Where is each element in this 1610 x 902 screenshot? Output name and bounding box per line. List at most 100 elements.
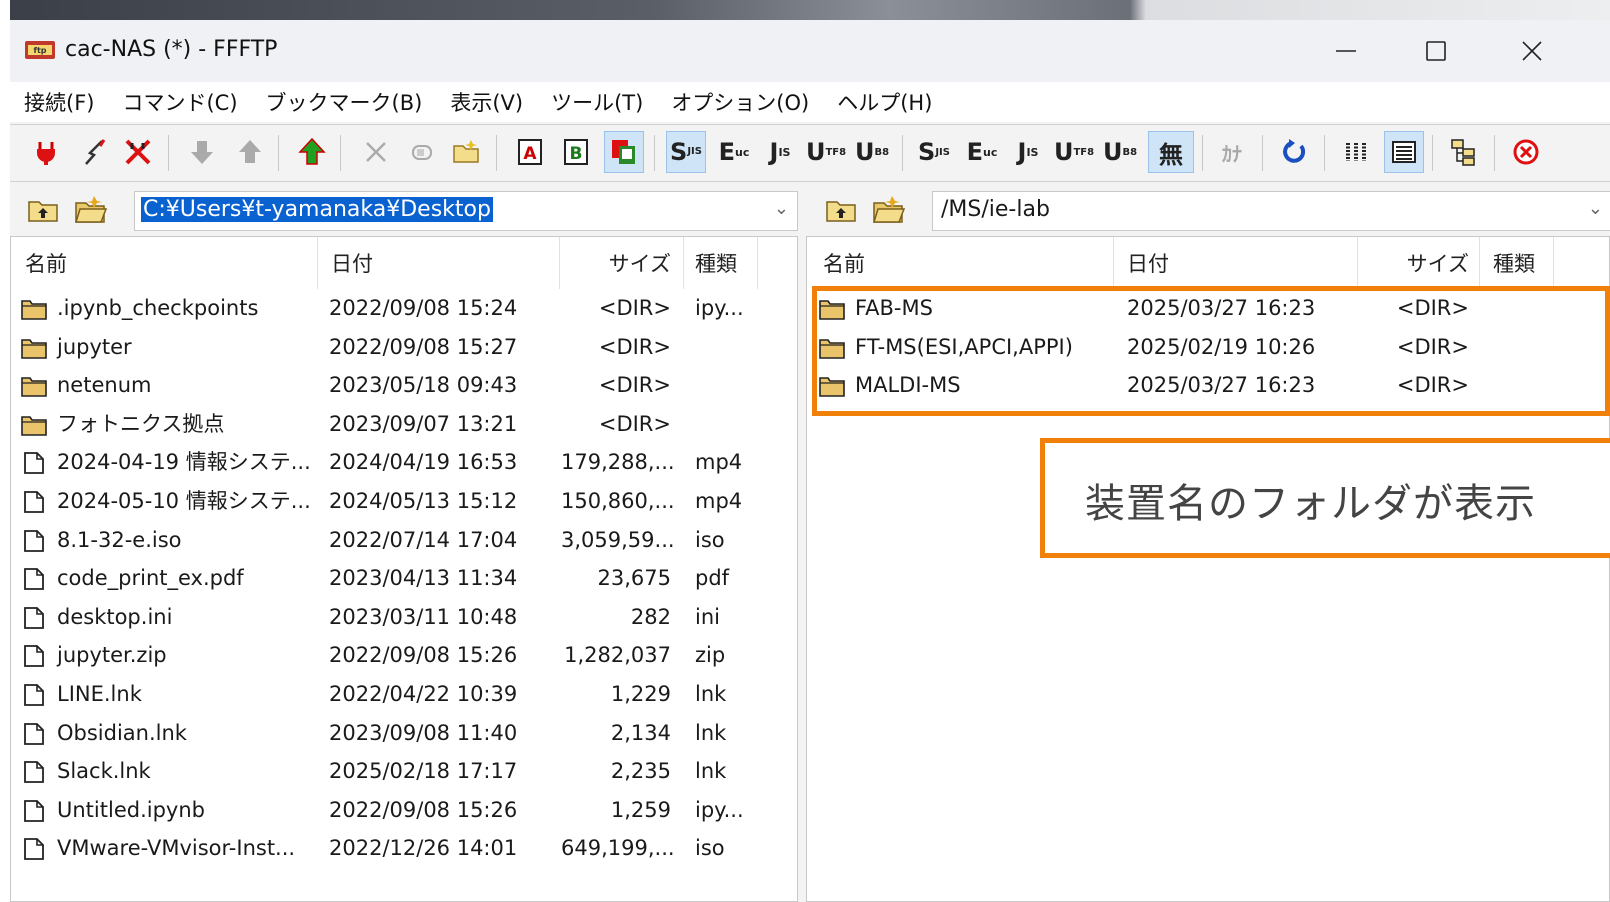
rename-button[interactable] [402, 131, 442, 173]
local-euc-button[interactable]: Euc [714, 131, 754, 173]
maximize-button[interactable] [1406, 30, 1466, 72]
file-size: <DIR> [598, 411, 671, 436]
file-date: 2023/05/18 09:43 [329, 373, 518, 398]
file-row[interactable]: 8.1-32-e.iso 2022/07/14 17:04 3,059,59... i… [11, 521, 797, 559]
file-type: lnk [695, 682, 727, 706]
local-open-folder-button[interactable] [74, 194, 108, 226]
file-row[interactable]: Slack.lnk 2025/02/18 17:17 2,235 lnk [11, 752, 797, 790]
folder-icon [21, 300, 47, 320]
download-button[interactable] [182, 131, 222, 173]
no-conversion-icon: 無 [1159, 140, 1183, 169]
disconnect-button[interactable] [118, 131, 158, 173]
file-row[interactable]: netenum 2023/05/18 09:43 <DIR> [11, 366, 797, 404]
menu-view[interactable]: 表示(V) [450, 87, 523, 117]
local-sjis-button[interactable]: S JIS [666, 131, 706, 173]
kana-conversion-button[interactable]: ｶﾅ [1212, 131, 1252, 173]
local-col-name[interactable]: 名前 [25, 237, 315, 289]
menu-bar: 接続(F) コマンド(C) ブックマーク(B) 表示(V) ツール(T) オプシ… [10, 82, 1610, 122]
host-sjis-button[interactable]: S JIS [914, 131, 954, 173]
detail-view-icon [1392, 141, 1416, 163]
file-row[interactable]: VMware-VMvisor-Inst... 2022/12/26 14:01 64… [11, 829, 797, 867]
menu-options[interactable]: オプション(O) [671, 87, 809, 117]
local-utf8bom-button[interactable]: U B8 [852, 131, 892, 173]
remote-col-type[interactable]: 種類 [1493, 237, 1573, 289]
file-size: 1,229 [610, 682, 671, 706]
column-divider[interactable] [683, 237, 684, 289]
connect-button[interactable] [26, 131, 66, 173]
file-size: 179,288,... [561, 450, 675, 475]
upload-button[interactable] [230, 131, 270, 173]
column-divider[interactable] [317, 237, 318, 289]
minimize-button[interactable] [1316, 30, 1376, 72]
file-row[interactable]: フォトニクス拠点 2023/09/07 13:21 <DIR> [11, 405, 797, 443]
remote-open-folder-button[interactable] [872, 194, 906, 226]
mkdir-button[interactable] [446, 131, 486, 173]
file-row[interactable]: desktop.ini 2023/03/11 10:48 282 ini [11, 598, 797, 636]
remote-path-combobox[interactable]: /MS/ie-lab ⌄ [932, 191, 1610, 231]
file-size: 649,199,... [561, 836, 675, 861]
remote-path-text[interactable]: /MS/ie-lab [939, 197, 1052, 222]
menu-command[interactable]: コマンド(C) [122, 87, 237, 117]
local-utf8-button[interactable]: U TF8 [806, 131, 846, 173]
file-name: VMware-VMvisor-Inst... [57, 836, 296, 861]
download-icon [191, 141, 213, 164]
auto-mode-button[interactable] [604, 131, 644, 173]
menu-bookmark[interactable]: ブックマーク(B) [266, 87, 423, 117]
ascii-mode-button[interactable]: A [510, 131, 550, 173]
local-path-text[interactable]: C:¥Users¥t-yamanaka¥Desktop [141, 197, 493, 222]
detail-view-button[interactable] [1384, 131, 1424, 173]
host-euc-button[interactable]: Euc [962, 131, 1002, 173]
refresh-button[interactable] [1274, 131, 1314, 173]
list-view-button[interactable] [1336, 131, 1376, 173]
menu-tools[interactable]: ツール(T) [551, 87, 643, 117]
file-row[interactable]: jupyter 2022/09/08 15:27 <DIR> [11, 328, 797, 366]
column-divider[interactable] [757, 237, 758, 289]
column-divider[interactable] [1357, 237, 1358, 289]
mirror-upload-button[interactable] [292, 131, 332, 173]
column-divider[interactable] [1113, 237, 1114, 289]
file-row[interactable]: Untitled.ipynb 2022/09/08 15:26 1,259 ipy..… [11, 791, 797, 829]
file-row[interactable]: .ipynb_checkpoints 2022/09/08 15:24 <DIR> i… [11, 289, 797, 327]
local-jis-button[interactable]: J IS [760, 131, 800, 173]
host-jis-button[interactable]: J IS [1008, 131, 1048, 173]
no-conversion-button[interactable]: 無 [1148, 131, 1194, 173]
file-row[interactable]: code_print_ex.pdf 2023/04/13 11:34 23,675 p… [11, 559, 797, 597]
local-path-combobox[interactable]: C:¥Users¥t-yamanaka¥Desktop ⌄ [134, 191, 798, 231]
file-row[interactable]: 2024-04-19 情報システ... 2024/04/19 16:53 179,2… [11, 443, 797, 481]
file-type [695, 366, 765, 404]
file-row[interactable]: LINE.lnk 2022/04/22 10:39 1,229 lnk [11, 675, 797, 713]
file-size: 2,134 [610, 720, 671, 745]
close-button[interactable] [1502, 30, 1562, 72]
remote-up-folder-button[interactable] [824, 194, 858, 226]
file-date: 2023/09/08 11:40 [329, 720, 518, 745]
local-col-type[interactable]: 種類 [695, 237, 775, 289]
local-col-size[interactable]: サイズ [561, 237, 671, 289]
file-row[interactable]: 2024-05-10 情報システ... 2024/05/13 15:12 150,8… [11, 482, 797, 520]
remote-col-name[interactable]: 名前 [823, 237, 1113, 289]
column-divider[interactable] [1553, 237, 1554, 289]
local-up-folder-button[interactable] [26, 194, 60, 226]
menu-help[interactable]: ヘルプ(H) [837, 87, 932, 117]
menu-connect[interactable]: 接続(F) [24, 87, 94, 117]
local-file-list[interactable]: 名前 日付 サイズ 種類 .ipynb_checkpoints 2022/09/0… [10, 236, 798, 902]
remote-col-date[interactable]: 日付 [1127, 237, 1347, 289]
sync-dir-button[interactable] [1444, 131, 1484, 173]
chevron-down-icon[interactable]: ⌄ [1588, 198, 1603, 219]
file-size: 3,059,59... [561, 527, 675, 552]
remote-col-size[interactable]: サイズ [1359, 237, 1469, 289]
column-divider[interactable] [559, 237, 560, 289]
file-row[interactable]: Obsidian.lnk 2023/09/08 11:40 2,134 lnk [11, 714, 797, 752]
binary-mode-button[interactable]: B [556, 131, 596, 173]
local-col-date[interactable]: 日付 [331, 237, 551, 289]
delete-button[interactable] [356, 131, 396, 173]
mirror-upload-icon [298, 137, 326, 165]
host-utf8bom-button[interactable]: U B8 [1100, 131, 1140, 173]
host-utf8-button[interactable]: U TF8 [1054, 131, 1094, 173]
chevron-down-icon[interactable]: ⌄ [774, 198, 789, 219]
abort-button[interactable] [1506, 131, 1546, 173]
quick-connect-button[interactable] [74, 131, 114, 173]
folders-highlight-box [812, 286, 1610, 416]
file-row[interactable]: jupyter.zip 2022/09/08 15:26 1,282,037 zip [11, 636, 797, 674]
column-divider[interactable] [1479, 237, 1480, 289]
file-date: 2024/05/13 15:12 [329, 489, 518, 513]
